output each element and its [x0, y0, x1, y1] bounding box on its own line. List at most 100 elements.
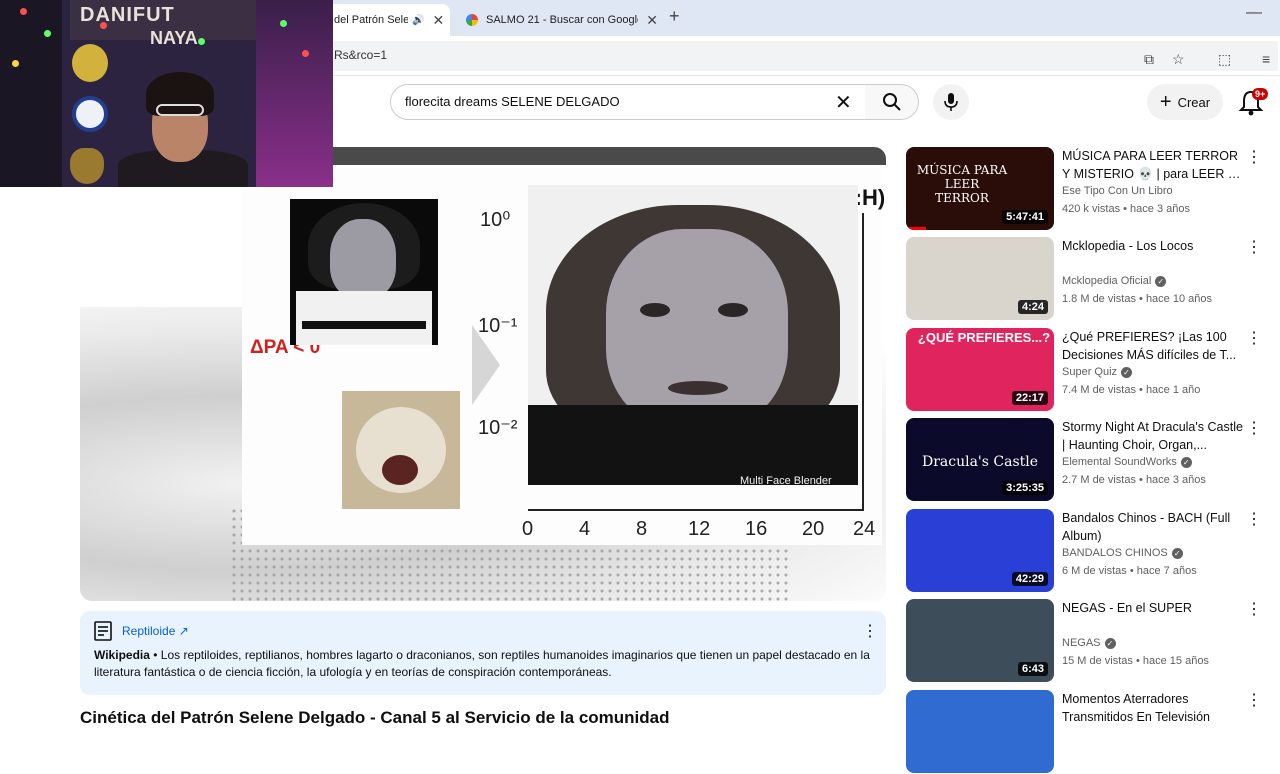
photo-image	[342, 391, 460, 509]
x-tick-label: 0	[522, 518, 534, 540]
video-player[interactable]: ΔPA < 0 (C:G:H)⁺ 10⁰ 10⁻¹ 10⁻² 0 4 8 12 …	[80, 147, 886, 601]
install-app-icon[interactable]: ⧉	[1144, 51, 1154, 68]
webcam-background-right	[256, 0, 333, 187]
channel-name[interactable]: Elemental SoundWorks	[1062, 456, 1177, 468]
extensions-icon[interactable]: ⬚	[1218, 51, 1231, 68]
tab-active[interactable]: del Patrón Sele 🔊 ✕	[322, 4, 450, 36]
more-options-icon[interactable]: ⋮	[1246, 509, 1262, 529]
video-meta: 6 M de vistas • hace 7 años	[1062, 565, 1197, 577]
url-text: Rs&rco=1	[334, 48, 388, 62]
channel-name[interactable]: Ese Tipo Con Un Libro	[1062, 185, 1173, 197]
more-options-icon[interactable]: ⋮	[1246, 328, 1262, 348]
x-tick-label: 4	[579, 518, 591, 540]
video-thumbnail[interactable]: 4:24	[906, 237, 1054, 320]
search-button[interactable]	[865, 84, 919, 120]
verified-icon: ✓	[1155, 275, 1167, 287]
channel-name[interactable]: Mcklopedia Oficial	[1062, 275, 1151, 287]
more-options-icon[interactable]: ⋮	[1246, 418, 1262, 438]
plus-icon: +	[1159, 91, 1172, 113]
more-options-icon[interactable]: ⋮	[1246, 690, 1262, 710]
recommendation-item[interactable]: 6:43 NEGAS - En el SUPER NEGAS ✓ 15 M de vis…	[906, 599, 1276, 683]
channel-name[interactable]: Super Quiz	[1062, 366, 1117, 378]
club-crest-icon	[72, 96, 108, 132]
recommendation-item[interactable]: MÚSICA PARA LEER TERROR 5:47:41 MÚSICA PAR…	[906, 147, 1276, 231]
light-icon	[12, 60, 19, 67]
channel-name[interactable]: NEGAS	[1062, 637, 1101, 649]
recommendation-item[interactable]: 42:29 Bandalos Chinos - BACH (Full Album)…	[906, 509, 1276, 593]
video-meta: 1.8 M de vistas • hace 10 años	[1062, 293, 1212, 305]
recommendation-title[interactable]: ¿Qué PREFIERES? ¡Las 100 Decisiones MÁS …	[1062, 328, 1244, 364]
duration-badge: 3:25:35	[1002, 481, 1048, 495]
more-options-icon[interactable]: ⋮	[1246, 237, 1262, 257]
banner-text: DANIFUT	[80, 4, 175, 26]
club-crest-icon	[72, 44, 108, 82]
speaker-icon[interactable]: 🔊	[412, 15, 424, 26]
tab-google-search[interactable]: SALMO 21 - Buscar con Google ✕	[458, 4, 658, 36]
recommendation-item[interactable]: ¿QUÉ PREFIERES...? 22:17 ¿Qué PREFIERES? ¡…	[906, 328, 1276, 412]
create-button[interactable]: + Crear	[1147, 84, 1223, 120]
recommendation-item[interactable]: Momentos Aterradores Transmitidos En Tel…	[906, 690, 1276, 774]
more-options-icon[interactable]: ⋮	[1246, 147, 1262, 167]
channel-row: Ese Tipo Con Un Libro	[1062, 185, 1173, 197]
minimize-button[interactable]: —	[1246, 4, 1262, 22]
video-meta: 7.4 M de vistas • hace 1 año	[1062, 384, 1201, 396]
verified-icon: ✓	[1171, 547, 1183, 559]
glasses-icon	[156, 104, 204, 116]
recommendation-item[interactable]: Dracula's Castle 3:25:35 Stormy Night At D…	[906, 418, 1276, 502]
light-icon	[100, 22, 107, 29]
verified-icon: ✓	[1180, 456, 1192, 468]
info-source[interactable]: Wikipedia	[94, 648, 150, 662]
video-thumbnail[interactable]: ¿QUÉ PREFIERES...? 22:17	[906, 328, 1054, 411]
url-field[interactable]: Rs&rco=1 ⧉ ☆ ⬚ ≡	[322, 41, 1278, 71]
voice-search-button[interactable]	[933, 84, 969, 120]
light-icon	[44, 30, 51, 37]
x-tick-label: 20	[802, 518, 825, 540]
more-options-icon[interactable]: ⋮	[1246, 599, 1262, 619]
video-meta: 2.7 M de vistas • hace 3 años	[1062, 474, 1206, 486]
chart-slide: ΔPA < 0 (C:G:H)⁺ 10⁰ 10⁻¹ 10⁻² 0 4 8 12 …	[242, 165, 886, 545]
duration-badge: 6:43	[1017, 662, 1048, 676]
watch-progress-bar	[906, 227, 926, 230]
info-description: Wikipedia • Los reptiloides, reptilianos…	[94, 647, 874, 681]
y-tick-label: 10⁰	[480, 209, 511, 231]
light-icon	[280, 20, 287, 27]
wikipedia-link[interactable]: Reptiloide ↗	[122, 624, 189, 638]
bookmark-star-icon[interactable]: ☆	[1172, 51, 1185, 68]
search-icon	[882, 93, 901, 111]
video-thumbnail[interactable]	[906, 690, 1054, 773]
video-meta: 15 M de vistas • hace 15 años	[1062, 655, 1209, 667]
y-tick-label: 10⁻¹	[478, 315, 518, 337]
verified-icon: ✓	[1104, 637, 1116, 649]
search-box[interactable]: florecita dreams SELENE DELGADO ✕	[390, 84, 866, 120]
recommendation-title[interactable]: Mcklopedia - Los Locos	[1062, 237, 1244, 255]
video-thumbnail[interactable]: 6:43	[906, 599, 1054, 682]
webcam-overlay: DANIFUT NAYA	[0, 0, 333, 187]
recommendation-title[interactable]: Bandalos Chinos - BACH (Full Album)	[1062, 509, 1244, 545]
channel-row: Mcklopedia Oficial ✓	[1062, 275, 1167, 287]
close-icon[interactable]: ✕	[432, 12, 444, 29]
recommendation-title[interactable]: NEGAS - En el SUPER	[1062, 599, 1244, 617]
video-thumbnail[interactable]: MÚSICA PARA LEER TERROR 5:47:41	[906, 147, 1054, 230]
video-thumbnail[interactable]: Dracula's Castle 3:25:35	[906, 418, 1054, 501]
close-icon[interactable]: ✕	[646, 12, 658, 29]
recommendation-title[interactable]: Stormy Night At Dracula's Castle | Haunt…	[1062, 418, 1244, 454]
notification-badge: 9+	[1252, 88, 1269, 100]
duration-badge: 42:29	[1011, 572, 1048, 586]
clear-search-icon[interactable]: ✕	[835, 90, 852, 115]
video-title: Cinética del Patrón Selene Delgado - Can…	[80, 708, 670, 727]
recommendation-item[interactable]: 4:24 Mcklopedia - Los Locos Mcklopedia Ofi…	[906, 237, 1276, 321]
more-options-icon[interactable]: ⋮	[862, 621, 878, 641]
new-tab-button[interactable]: +	[669, 6, 680, 27]
thumbnail-text: Dracula's Castle	[921, 454, 1039, 470]
media-controls-icon[interactable]: ≡	[1262, 51, 1270, 67]
search-input[interactable]: florecita dreams SELENE DELGADO	[405, 94, 620, 109]
verified-icon: ✓	[1121, 366, 1133, 378]
channel-name[interactable]: BANDALOS CHINOS	[1062, 547, 1168, 559]
y-tick-label: 10⁻²	[478, 417, 518, 439]
recommendation-title[interactable]: Momentos Aterradores Transmitidos En Tel…	[1062, 690, 1244, 726]
chart-x-axis	[528, 509, 864, 511]
video-thumbnail[interactable]: 42:29	[906, 509, 1054, 592]
recommendation-title[interactable]: MÚSICA PARA LEER TERROR Y MISTERIO 💀 | p…	[1062, 147, 1244, 183]
webcam-background-left	[0, 0, 62, 187]
x-tick-label: 24	[853, 518, 876, 540]
